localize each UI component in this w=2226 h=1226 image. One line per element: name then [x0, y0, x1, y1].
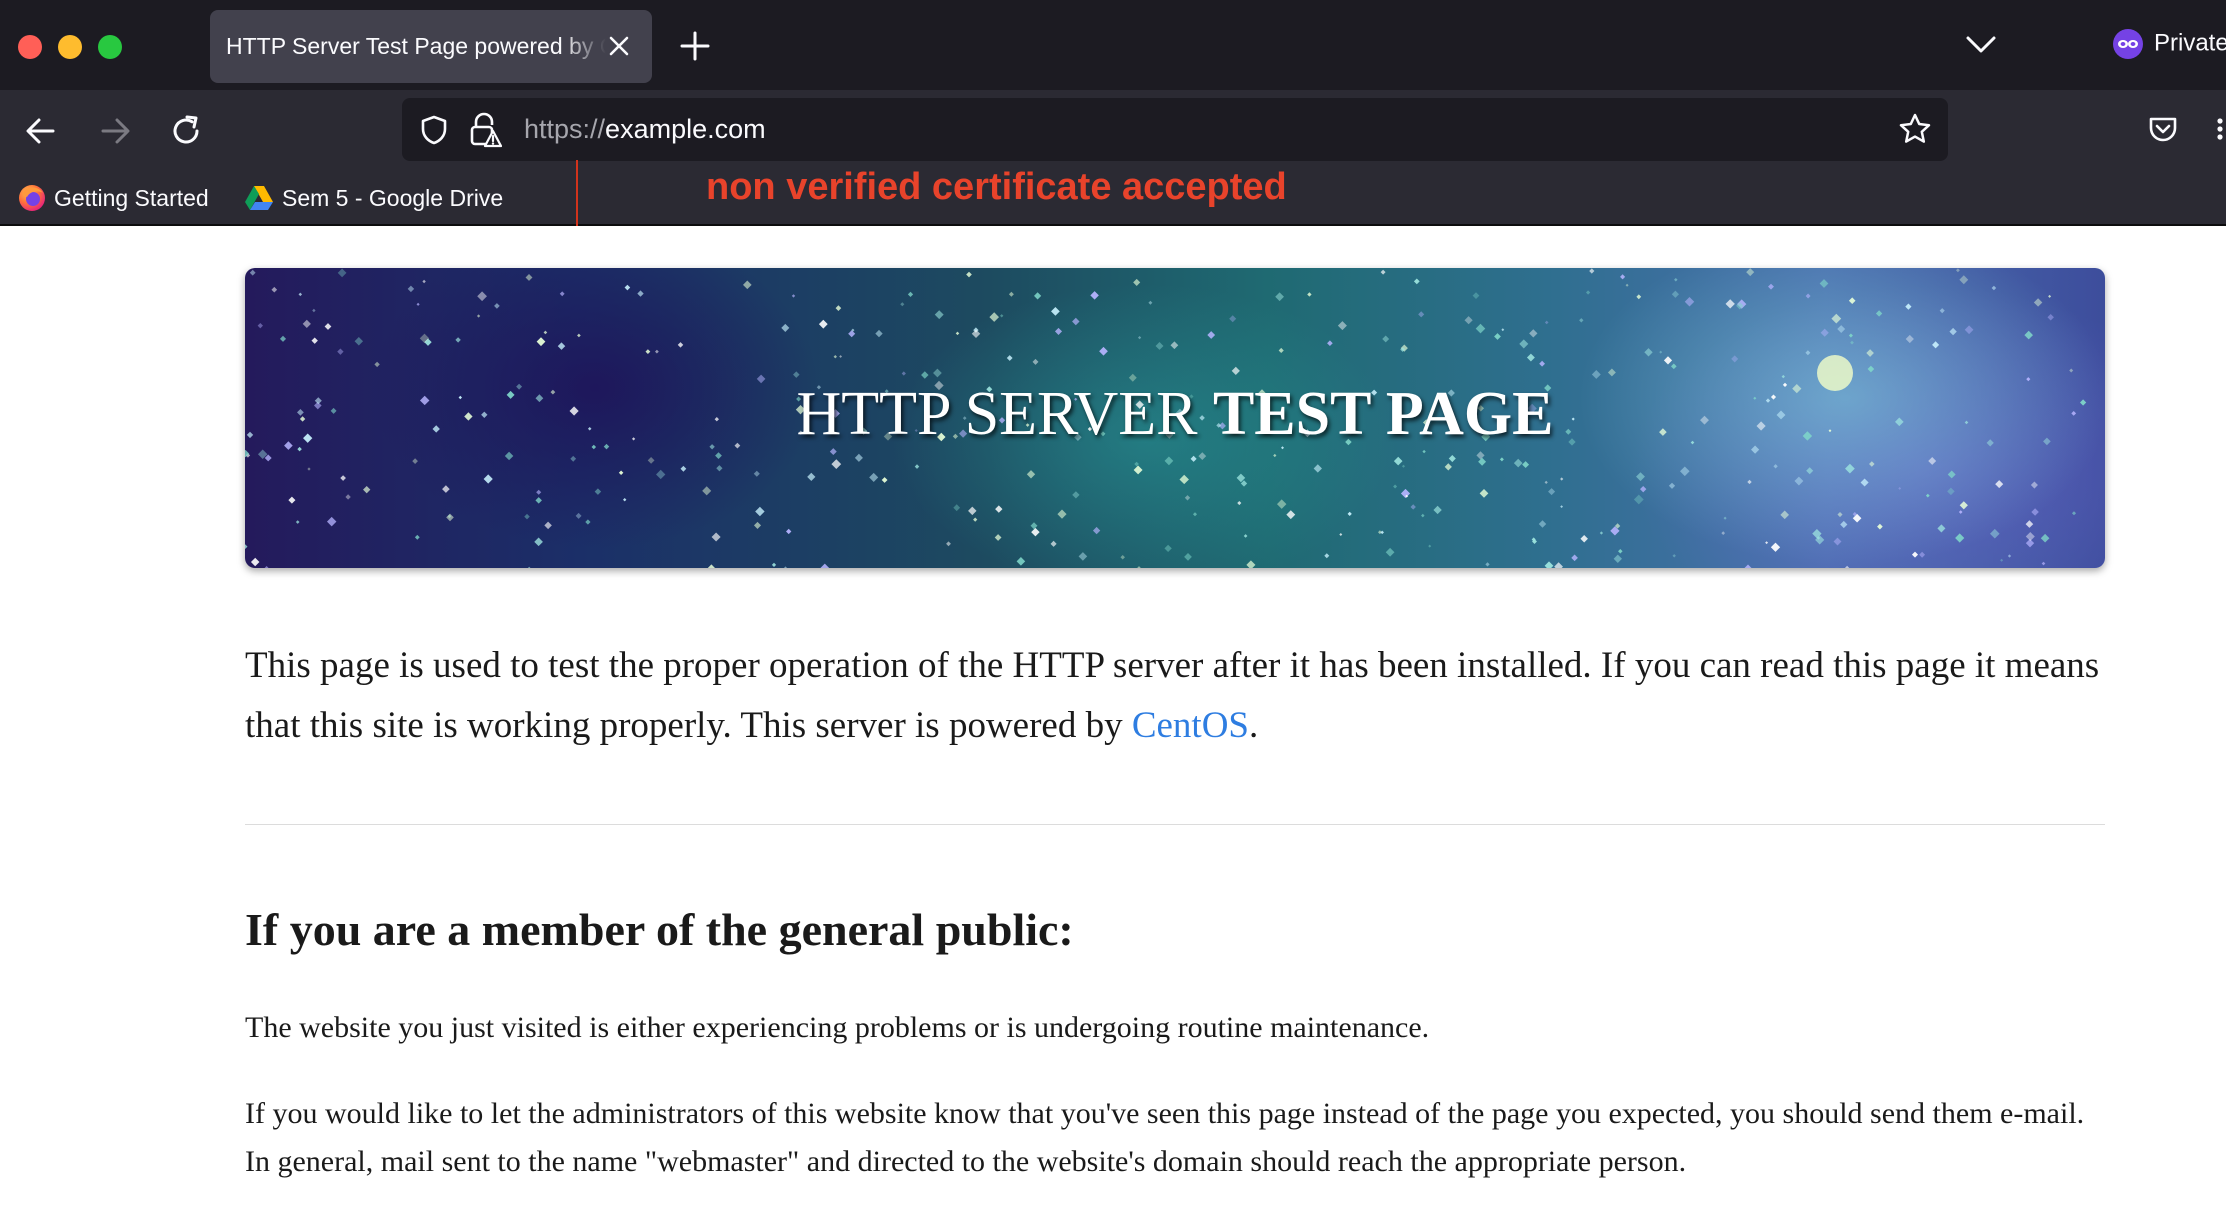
banner-title-regular: HTTP SERVER [796, 380, 1213, 448]
plus-icon[interactable] [678, 29, 712, 63]
address-bar[interactable]: https://example.com [402, 98, 1948, 161]
window-zoom-button[interactable] [98, 35, 122, 59]
lock-warning-icon[interactable] [468, 112, 502, 148]
tab-title: HTTP Server Test Page powered by CentOS [226, 33, 606, 59]
banner-speck [783, 566, 788, 568]
private-mask-icon [2113, 29, 2143, 59]
banner-title-bold: TEST PAGE [1212, 380, 1554, 448]
banner-speck [1246, 560, 1256, 568]
banner-speck [1744, 564, 1752, 568]
banner-speck [264, 565, 269, 568]
private-label: Private [2154, 29, 2226, 57]
banner-speck [2041, 561, 2046, 566]
banner-speck [525, 566, 534, 568]
window-minimize-button[interactable] [58, 35, 82, 59]
url-host: example.com [605, 114, 766, 144]
web-page-content: HTTP SERVER TEST PAGE This page is used … [0, 226, 2226, 1226]
section-divider [245, 824, 2105, 825]
chevron-down-icon[interactable] [1962, 32, 2000, 58]
centos-link[interactable]: CentOS [1132, 705, 1249, 746]
firefox-icon [19, 184, 45, 211]
private-browsing-indicator: Private [2112, 28, 2226, 62]
banner-speck [819, 563, 830, 568]
banner-title: HTTP SERVER TEST PAGE [245, 268, 2105, 560]
banner-speck [1842, 565, 1852, 568]
section-heading: If you are a member of the general publi… [245, 904, 1074, 955]
bookmark-label: Sem 5 - Google Drive [282, 185, 504, 211]
bookmark-getting-started[interactable]: Getting Started [18, 183, 209, 213]
browser-tab[interactable]: HTTP Server Test Page powered by CentOS [210, 10, 652, 83]
bookmark-google-drive[interactable]: Sem 5 - Google Drive [244, 183, 503, 213]
intro-paragraph: This page is used to test the proper ope… [245, 636, 2105, 756]
google-drive-icon [245, 185, 273, 210]
annotation-line [576, 160, 578, 226]
window-close-button[interactable] [18, 35, 42, 59]
close-icon[interactable] [605, 32, 633, 60]
reload-icon[interactable] [167, 112, 205, 150]
navigation-toolbar: https://example.com [0, 90, 2226, 172]
banner-speck [1485, 562, 1490, 567]
star-icon[interactable] [1898, 112, 1932, 146]
intro-end: . [1249, 705, 1259, 746]
webmaster-paragraph: If you would like to let the administrat… [245, 1097, 2085, 1178]
arrow-left-icon[interactable] [22, 112, 60, 150]
bookmark-label: Getting Started [54, 185, 209, 211]
page-banner: HTTP SERVER TEST PAGE [245, 268, 2105, 568]
shield-icon[interactable] [418, 114, 450, 146]
banner-speck [1554, 562, 1563, 568]
annotation-text: non verified certificate accepted [706, 166, 1287, 208]
url-text[interactable]: https://example.com [524, 98, 766, 161]
banner-speck [1137, 566, 1141, 568]
pocket-icon[interactable] [2146, 112, 2180, 146]
arrow-right-icon[interactable] [96, 112, 134, 150]
banner-speck [706, 564, 717, 568]
banner-speck [771, 562, 777, 567]
url-scheme: https:// [524, 114, 606, 144]
banner-speck [1544, 561, 1554, 568]
banner-speck [2102, 566, 2105, 568]
tab-strip: HTTP Server Test Page powered by CentOS … [0, 0, 2226, 90]
overflow-menu-icon[interactable] [2214, 112, 2226, 146]
maintenance-paragraph: The website you just visited is either e… [245, 1011, 1430, 1044]
